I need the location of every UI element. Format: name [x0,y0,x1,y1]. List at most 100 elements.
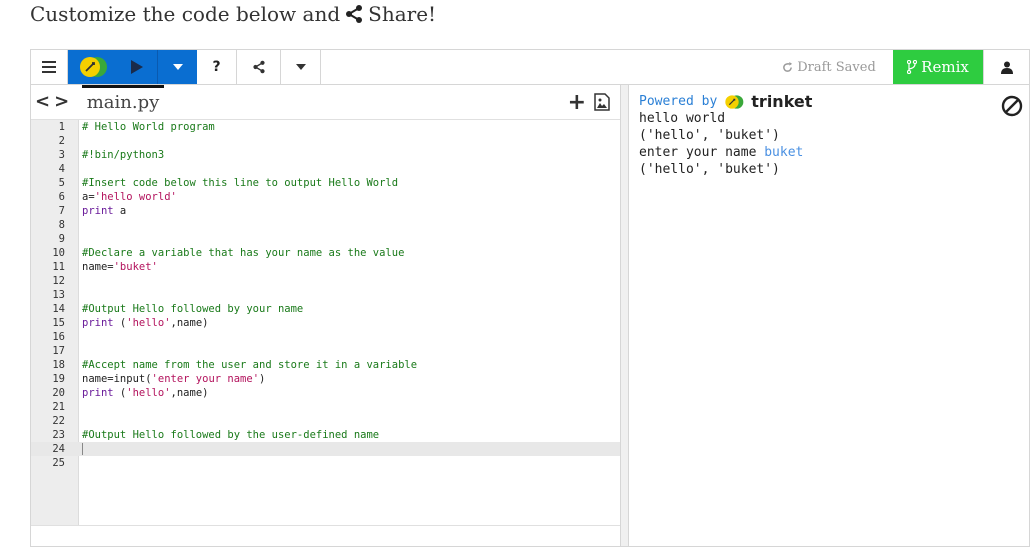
stop-icon[interactable] [1001,95,1023,117]
share-icon [346,5,363,23]
code-line[interactable]: 18 #Accept name from the user and store i… [31,358,620,372]
code-line[interactable]: 24 [31,442,620,456]
line-number: 13 [52,289,65,301]
draft-label: Draft Saved [797,59,876,75]
line-number: 7 [58,205,65,217]
output-line: ('hello', 'buket') [639,161,780,178]
code-token: name= [82,261,114,273]
line-number: 16 [52,331,65,343]
trinket-logo-button[interactable] [68,50,117,84]
add-file-button[interactable]: + [568,90,586,115]
remix-label: Remix [921,58,969,76]
horizontal-scrollbar[interactable] [31,525,620,546]
code-line[interactable]: 3 #!bin/python3 [31,148,620,162]
code-token: #Output Hello followed by the user-defin… [82,429,380,441]
line-number: 17 [52,345,65,357]
code-line[interactable]: 14 #Output Hello followed by your name [31,302,620,316]
trinket-logo-icon [79,57,107,77]
more-options-button[interactable] [281,50,321,84]
output-text: hello world [639,111,726,126]
image-upload-icon[interactable] [594,93,610,111]
code-line[interactable]: 13 [31,288,620,302]
line-number: 22 [52,415,65,427]
code-text: #Insert code below this line to output H… [82,176,398,190]
code-line[interactable]: 4 [31,162,620,176]
code-text: #!bin/python3 [82,148,164,162]
trinket-editor: ? Draft Saved Remix <> main.py + 1 # Hel… [30,49,1030,547]
output-line: enter your name buket [639,144,803,161]
pane-splitter[interactable] [621,85,629,546]
line-number: 4 [58,163,65,175]
play-icon [131,60,143,74]
code-token: a [113,205,127,217]
code-line[interactable]: 17 [31,344,620,358]
text-cursor [82,443,83,455]
code-editor-pane: <> main.py + 1 # Hello World program 2 3 #!b… [31,85,621,546]
line-number: 12 [52,275,65,287]
code-token: #Output Hello followed by your name [82,303,304,315]
code-token: 'hello' [126,317,171,329]
code-line[interactable]: 11 name='buket' [31,260,620,274]
code-text: print a [82,204,126,218]
code-area[interactable]: 1 # Hello World program 2 3 #!bin/python3 4 5 #… [31,120,620,526]
code-line[interactable]: 6 a='hello world' [31,190,620,204]
hamburger-icon [42,61,56,73]
code-text: #Accept name from the user and store it … [82,358,417,372]
menu-button[interactable] [31,50,68,84]
code-line[interactable]: 10 #Declare a variable that has your name… [31,246,620,260]
code-nav-arrows[interactable]: <> [35,91,73,112]
toolbar: ? Draft Saved Remix [31,50,1029,85]
code-token: #Accept name from the user and store it … [82,359,418,371]
line-number: 20 [52,387,65,399]
line-number: 18 [52,359,65,371]
code-line[interactable]: 8 [31,218,620,232]
line-number: 3 [58,149,65,161]
code-token: #Declare a variable that has your name a… [82,247,405,259]
code-text: # Hello World program [82,120,215,134]
line-number: 19 [52,373,65,385]
code-line[interactable]: 20 print ('hello',name) [31,386,620,400]
line-number: 14 [52,303,65,315]
powered-by-label: Powered by [639,94,718,109]
trinket-brand: trinket [751,92,813,111]
code-token: #Insert code below this line to output H… [82,177,399,189]
line-number: 5 [58,177,65,189]
file-tab-main[interactable]: main.py [82,85,164,119]
run-button[interactable] [117,50,157,84]
caret-down-icon [295,64,306,70]
run-options-button[interactable] [157,50,197,84]
trinket-logo-icon [725,94,744,109]
code-token: name=input( [82,373,152,385]
code-line[interactable]: 22 [31,414,620,428]
line-number: 25 [52,457,65,469]
code-line[interactable]: 21 [31,400,620,414]
user-icon [1000,61,1013,74]
code-token: print [82,205,114,217]
caret-down-icon [172,64,183,70]
code-line[interactable]: 23 #Output Hello followed by the user-def… [31,428,620,442]
remix-button[interactable]: Remix [893,50,983,84]
user-menu-button[interactable] [983,50,1029,84]
code-line[interactable]: 9 [31,232,620,246]
output-line: hello world [639,110,725,127]
code-text: #Output Hello followed by the user-defin… [82,428,379,442]
code-text: print ('hello',name) [82,386,208,400]
code-line[interactable]: 1 # Hello World program [31,120,620,134]
code-line[interactable]: 25 [31,456,620,470]
intro-share-word: Share! [368,2,437,26]
code-line[interactable]: 7 print a [31,204,620,218]
code-line[interactable]: 2 [31,134,620,148]
code-line[interactable]: 19 name=input('enter your name') [31,372,620,386]
code-line[interactable]: 15 print ('hello',name) [31,316,620,330]
line-number: 10 [52,247,65,259]
user-input-text: buket [764,145,804,160]
help-button[interactable]: ? [197,50,237,84]
code-line[interactable]: 12 [31,274,620,288]
line-number: 15 [52,317,65,329]
code-line[interactable]: 5 #Insert code below this line to output … [31,176,620,190]
share-button[interactable] [237,50,281,84]
code-token: 'hello' [126,387,171,399]
intro-text: Customize the code below and Share! [30,0,436,28]
code-line[interactable]: 16 [31,330,620,344]
code-token: print [82,387,114,399]
